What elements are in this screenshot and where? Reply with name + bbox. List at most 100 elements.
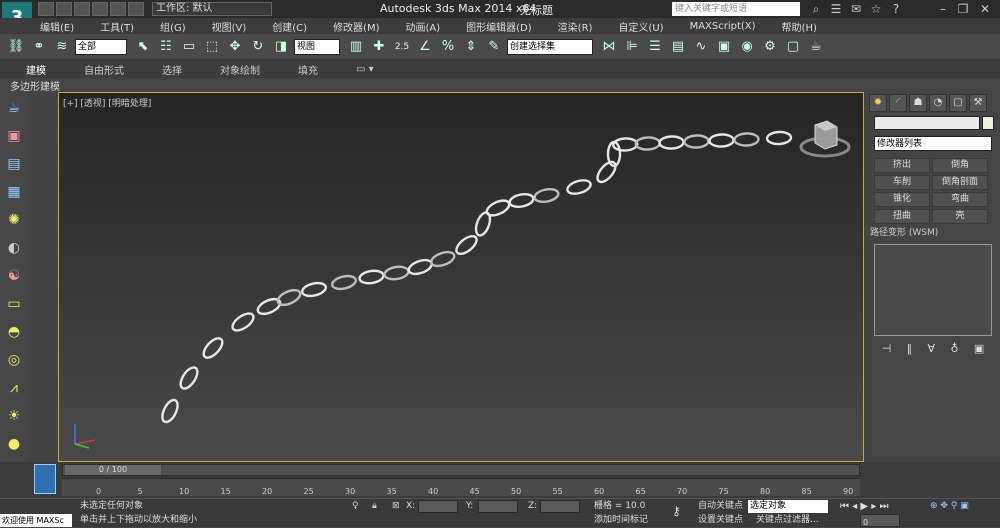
percent-snap-icon[interactable]: % [438, 37, 458, 57]
render-production-icon[interactable]: ☕ [806, 37, 826, 57]
render-icon[interactable]: ▣ [4, 126, 24, 146]
schematic-view-icon[interactable]: ▣ [714, 37, 734, 57]
pivot-center-icon[interactable]: ▥ [346, 37, 366, 57]
transform-mode-icon[interactable]: ⊠ [392, 500, 400, 513]
z-coordinate-field[interactable] [540, 500, 580, 513]
angle-snap-icon[interactable]: ∠ [415, 37, 435, 57]
select-by-name-icon[interactable]: ☷ [156, 37, 176, 57]
bind-space-warp-icon[interactable]: ≋ [52, 37, 72, 57]
set-key-label[interactable]: 设置关键点 [698, 514, 743, 527]
window-crossing-icon[interactable]: ⬚ [202, 37, 222, 57]
navigation-controls[interactable]: ⊕ ✥ ⚲ ▣ [930, 500, 969, 513]
align-icon[interactable]: ⊫ [622, 37, 642, 57]
remove-modifier-icon[interactable]: ♁ [950, 342, 958, 358]
show-end-result-icon[interactable]: ‖ [907, 342, 913, 358]
teapot-icon[interactable]: ☕ [4, 98, 24, 118]
project-folder-icon[interactable] [128, 2, 144, 16]
twist-button[interactable]: 扭曲 [874, 209, 930, 224]
selection-status[interactable]: 未选定任何对象 [80, 500, 143, 513]
spinner-snap-icon[interactable]: ⇕ [461, 37, 481, 57]
auto-key-label[interactable]: 自动关键点 [698, 500, 743, 513]
menu-maxscript[interactable]: MAXScript(X) [690, 21, 756, 32]
mirror-icon[interactable]: ⋈ [599, 37, 619, 57]
plane-icon[interactable]: ▭ [4, 294, 24, 314]
pin-stack-icon[interactable]: ⊣ [882, 342, 892, 358]
dome-icon[interactable]: ◓ [4, 322, 24, 342]
rotate-icon[interactable]: ↻ [248, 37, 268, 57]
extrude-button[interactable]: 挤出 [874, 158, 930, 173]
motion-tab-icon[interactable]: ◔ [929, 94, 947, 112]
add-time-tag[interactable]: 添加时间标记 [594, 514, 648, 527]
modify-tab-icon[interactable]: ◜ [889, 94, 907, 112]
taper-button[interactable]: 锥化 [874, 192, 930, 207]
binoculars-icon[interactable]: ⌕ [808, 1, 824, 17]
rect-selection-icon[interactable]: ▭ [179, 37, 199, 57]
undo-icon[interactable] [92, 2, 108, 16]
modifier-list-select[interactable]: 修改器列表 [874, 136, 992, 151]
utilities-tab-icon[interactable]: ⚒ [969, 94, 987, 112]
path-deform-label[interactable]: 路径变形 (WSM) [870, 225, 938, 238]
search-input[interactable]: 键入关键字或短语 [672, 2, 800, 16]
named-selection-select[interactable]: 创建选择集 [507, 38, 593, 55]
menu-customize[interactable]: 自定义(U) [618, 19, 663, 34]
save-icon[interactable] [74, 2, 90, 16]
material-editor-icon[interactable]: ◉ [737, 37, 757, 57]
layer-manager-icon[interactable]: ☰ [645, 37, 665, 57]
modifier-stack[interactable] [874, 244, 992, 336]
key-mode-select[interactable]: 选定对象 [748, 500, 828, 513]
open-icon[interactable] [56, 2, 72, 16]
lock-selection-icon[interactable]: 🔒︎ [372, 500, 377, 513]
tab-populate[interactable]: 填充 [298, 62, 318, 77]
sun-icon[interactable]: ☀ [4, 406, 24, 426]
select-manipulate-icon[interactable]: ✚ [369, 37, 389, 57]
sphere-icon[interactable]: ◎ [4, 350, 24, 370]
link-icon[interactable]: ⛓ [6, 37, 26, 57]
object-name-field[interactable] [874, 116, 980, 130]
help-icon[interactable]: ? [888, 1, 904, 17]
star-icon[interactable]: ☆ [868, 1, 884, 17]
y-coordinate-field[interactable] [478, 500, 518, 513]
close-icon[interactable]: ✕ [977, 1, 993, 17]
current-frame-field[interactable]: 0 [860, 514, 900, 527]
select-object-icon[interactable]: ⬉ [133, 37, 153, 57]
menu-create[interactable]: 创建(C) [272, 19, 307, 34]
minimize-icon[interactable]: – [935, 1, 951, 17]
communication-icon[interactable]: ✉ [848, 1, 864, 17]
z-label[interactable]: Z: [528, 500, 537, 513]
bevel-button[interactable]: 倒角 [932, 158, 988, 173]
configure-sets-icon[interactable]: ▣ [974, 342, 984, 358]
bend-button[interactable]: 弯曲 [932, 192, 988, 207]
graphite-toolbar-icon[interactable]: ▤ [668, 37, 688, 57]
perspective-viewport[interactable]: [+] [透视] [明暗处理] [58, 92, 864, 462]
ribbon-options-icon[interactable]: ▭ ▾ [356, 64, 374, 75]
tab-selection[interactable]: 选择 [162, 62, 182, 77]
create-tab-icon[interactable]: ✹ [869, 94, 887, 112]
x-coordinate-field[interactable] [418, 500, 458, 513]
isolate-icon[interactable]: ♀ [352, 500, 359, 513]
menu-graph-editors[interactable]: 图形编辑器(D) [466, 19, 532, 34]
time-slider-thumb[interactable]: 0 / 100 [65, 465, 161, 475]
subscription-icon[interactable]: ☰ [828, 1, 844, 17]
grid-size[interactable]: 栅格 = 10.0 [594, 500, 645, 513]
menu-edit[interactable]: 编辑(E) [40, 19, 74, 34]
curve-editor-icon[interactable]: ∿ [691, 37, 711, 57]
workspace-select[interactable]: 工作区: 默认 [152, 2, 272, 16]
time-slider[interactable]: 0 / 100 [62, 464, 860, 476]
key-icon[interactable]: ⚷ [672, 505, 681, 518]
shell-button[interactable]: 壳 [932, 209, 988, 224]
scene-icon[interactable]: ☯ [4, 266, 24, 286]
y-label[interactable]: Y: [466, 500, 473, 513]
track-bar[interactable]: 0 5 10 15 20 25 30 35 40 45 50 55 60 65 70 75 80 85 90 [62, 478, 860, 496]
edit-named-selection-icon[interactable]: ✎ [484, 37, 504, 57]
new-icon[interactable] [38, 2, 54, 16]
unlink-icon[interactable]: ⚭ [29, 37, 49, 57]
tab-modeling[interactable]: 建模 [26, 62, 46, 77]
render-setup-icon[interactable]: ⚙ [760, 37, 780, 57]
make-unique-icon[interactable]: ∀ [928, 342, 936, 358]
tab-freeform[interactable]: 自由形式 [84, 62, 124, 77]
display-tab-icon[interactable]: ▢ [949, 94, 967, 112]
mini-curve-editor-icon[interactable] [34, 464, 56, 494]
move-icon[interactable]: ✥ [225, 37, 245, 57]
playback-controls[interactable]: ⏮ ◂ ▶ ▸ ⏭ [840, 500, 888, 513]
menu-modifiers[interactable]: 修改器(M) [333, 19, 379, 34]
